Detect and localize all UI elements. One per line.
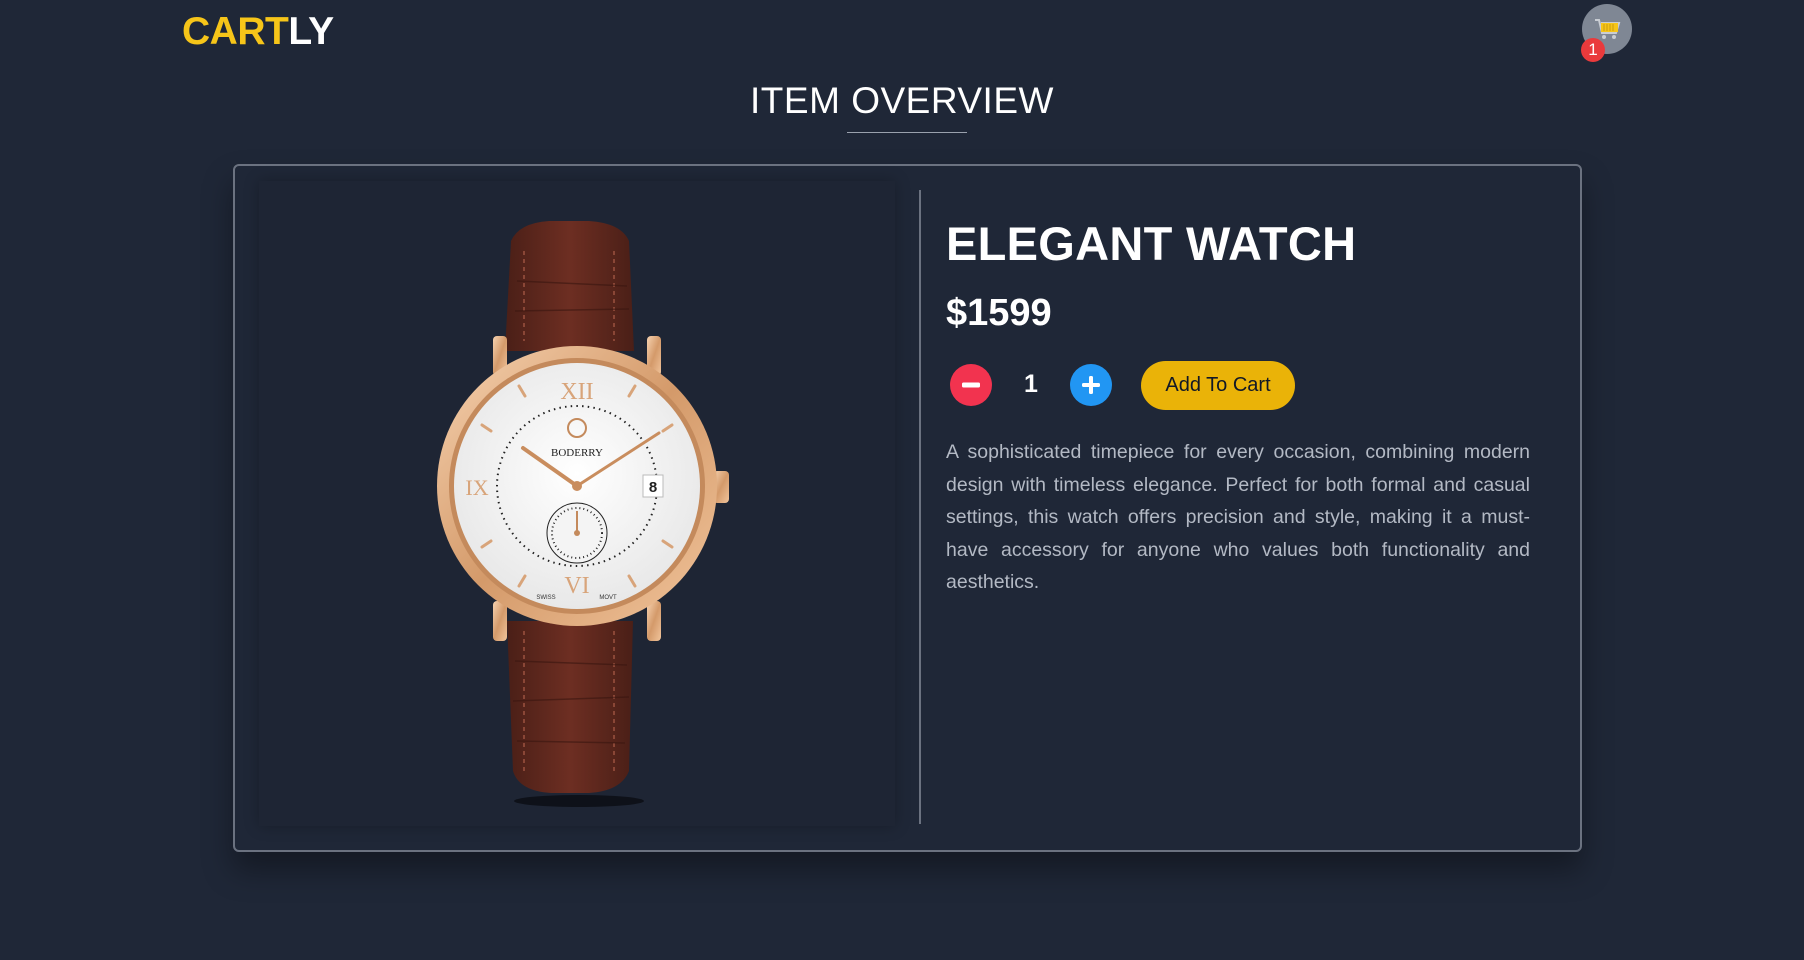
plus-icon: [1082, 376, 1100, 394]
watch-date: 8: [649, 479, 657, 496]
increase-quantity-button[interactable]: [1070, 364, 1112, 406]
card-divider: [919, 190, 921, 824]
wristwatch-image: XII VI IX 8 BODERRY SWISS MOVT: [437, 221, 729, 807]
cart-count-badge: 1: [1581, 38, 1605, 62]
product-price: $1599: [946, 292, 1052, 334]
page-title: ITEM OVERVIEW: [750, 80, 1054, 121]
minus-icon: [962, 382, 980, 388]
svg-text:IX: IX: [465, 475, 488, 500]
watch-movt: MOVT: [599, 595, 617, 601]
quantity-value: 1: [1024, 370, 1038, 398]
product-description: A sophisticated timepiece for every occa…: [946, 441, 1530, 593]
watch-swiss: SWISS: [536, 595, 555, 601]
watch-brand: BODERRY: [551, 447, 603, 459]
brand-logo[interactable]: CARTLY: [182, 10, 334, 54]
add-to-cart-button[interactable]: Add To Cart: [1141, 361, 1295, 410]
product-image: XII VI IX 8 BODERRY SWISS MOVT: [259, 181, 895, 826]
logo-part-ly: LY: [288, 10, 334, 53]
svg-text:XII: XII: [560, 379, 593, 405]
product-name: ELEGANT WATCH: [946, 217, 1357, 270]
logo-part-cart: CART: [182, 10, 289, 53]
title-underline: [847, 132, 967, 133]
decrease-quantity-button[interactable]: [950, 364, 992, 406]
svg-text:VI: VI: [564, 573, 589, 599]
